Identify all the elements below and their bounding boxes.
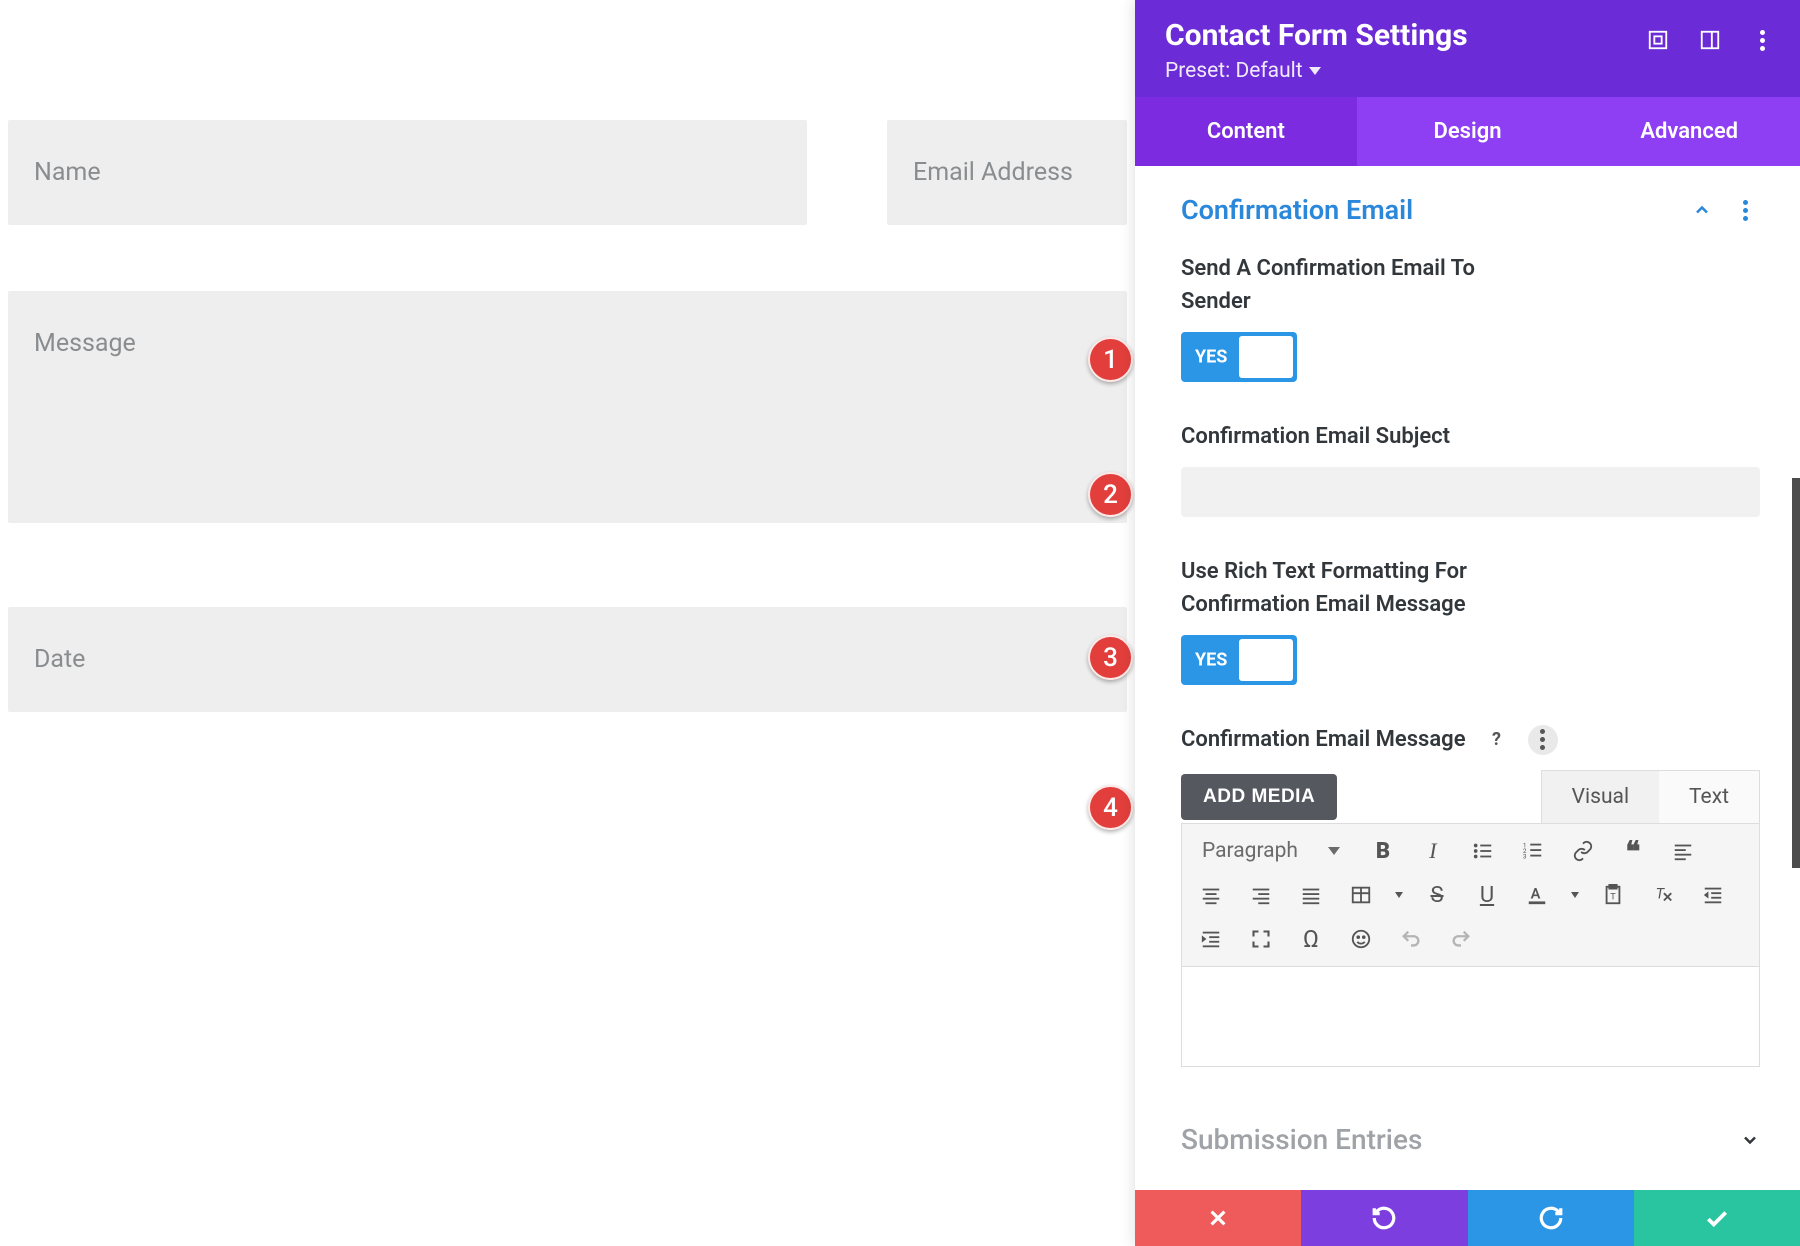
- undo-button[interactable]: [1301, 1190, 1467, 1246]
- label-subject: Confirmation Email Subject: [1181, 420, 1760, 453]
- close-button[interactable]: [1135, 1190, 1301, 1246]
- section-confirmation-header[interactable]: Confirmation Email: [1181, 194, 1760, 226]
- toggle-on-label: YES: [1195, 650, 1227, 671]
- table-dropdown-icon[interactable]: [1392, 876, 1406, 914]
- field-more-icon[interactable]: [1528, 725, 1558, 755]
- tab-advanced[interactable]: Advanced: [1578, 97, 1800, 166]
- section-more-icon[interactable]: [1730, 195, 1760, 225]
- form-preview: Name Email Address Message Date: [0, 0, 1135, 1246]
- editor-tab-text[interactable]: Text: [1659, 771, 1759, 823]
- table-icon[interactable]: [1342, 876, 1380, 914]
- paragraph-select-label: Paragraph: [1202, 839, 1298, 863]
- indent-icon[interactable]: [1192, 920, 1230, 958]
- group-subject: Confirmation Email Subject: [1181, 420, 1760, 517]
- paste-text-icon[interactable]: T: [1594, 876, 1632, 914]
- annotation-badge-1: 1: [1088, 337, 1133, 382]
- scrollbar[interactable]: [1792, 478, 1800, 868]
- bullet-list-icon[interactable]: [1464, 832, 1502, 870]
- chevron-down-icon[interactable]: [1740, 1130, 1760, 1150]
- number-list-icon[interactable]: 123: [1514, 832, 1552, 870]
- tab-content[interactable]: Content: [1135, 97, 1357, 166]
- caret-down-icon: [1309, 67, 1321, 75]
- link-icon[interactable]: [1564, 832, 1602, 870]
- panel-header: Contact Form Settings Preset: Default: [1135, 0, 1800, 97]
- quote-icon[interactable]: ❝: [1614, 832, 1652, 870]
- annotation-badge-4: 4: [1088, 785, 1133, 830]
- text-color-dropdown-icon[interactable]: [1568, 876, 1582, 914]
- editor-textarea[interactable]: [1181, 967, 1760, 1067]
- svg-text:A: A: [1531, 885, 1541, 903]
- help-icon[interactable]: ?: [1482, 725, 1512, 755]
- align-justify-icon[interactable]: [1292, 876, 1330, 914]
- panel-footer: [1135, 1190, 1800, 1246]
- section-confirmation-title: Confirmation Email: [1181, 194, 1413, 226]
- more-menu-icon[interactable]: [1750, 28, 1774, 52]
- name-field[interactable]: Name: [8, 120, 807, 225]
- preset-label: Preset: Default: [1165, 59, 1303, 83]
- expand-icon[interactable]: [1646, 28, 1670, 52]
- strikethrough-icon[interactable]: S: [1418, 876, 1456, 914]
- outdent-icon[interactable]: [1694, 876, 1732, 914]
- label-message: Confirmation Email Message: [1181, 723, 1466, 756]
- label-send-confirmation: Send A Confirmation Email To Sender: [1181, 252, 1511, 318]
- italic-icon[interactable]: I: [1414, 832, 1452, 870]
- panel-tabs: Content Design Advanced: [1135, 97, 1800, 166]
- align-center-icon[interactable]: [1192, 876, 1230, 914]
- svg-text:3: 3: [1523, 852, 1527, 860]
- settings-panel: Contact Form Settings Preset: Default Co…: [1135, 0, 1800, 1246]
- date-field[interactable]: Date: [8, 607, 1127, 712]
- toggle-on-label: YES: [1195, 347, 1227, 368]
- group-message: Confirmation Email Message ? ADD MEDIA V…: [1181, 723, 1760, 1067]
- underline-icon[interactable]: U: [1468, 876, 1506, 914]
- toggle-send-confirmation[interactable]: YES: [1181, 332, 1297, 382]
- section-submission-header[interactable]: Submission Entries: [1181, 1123, 1760, 1156]
- section-submission-title: Submission Entries: [1181, 1123, 1422, 1156]
- editor-tab-visual[interactable]: Visual: [1542, 771, 1659, 823]
- text-color-icon[interactable]: A: [1518, 876, 1556, 914]
- undo-icon[interactable]: [1392, 920, 1430, 958]
- dock-icon[interactable]: [1698, 28, 1722, 52]
- save-button[interactable]: [1634, 1190, 1800, 1246]
- toggle-knob: [1239, 336, 1293, 378]
- group-rich-text: Use Rich Text Formatting For Confirmatio…: [1181, 555, 1760, 685]
- toggle-knob: [1239, 639, 1293, 681]
- special-char-icon[interactable]: Ω: [1292, 920, 1330, 958]
- emoji-icon[interactable]: [1342, 920, 1380, 958]
- svg-text:T: T: [1610, 893, 1616, 903]
- group-send-confirmation: Send A Confirmation Email To Sender YES: [1181, 252, 1760, 382]
- align-left-icon[interactable]: [1664, 832, 1702, 870]
- label-rich-text: Use Rich Text Formatting For Confirmatio…: [1181, 555, 1511, 621]
- redo-button[interactable]: [1468, 1190, 1634, 1246]
- preset-selector[interactable]: Preset: Default: [1165, 59, 1770, 83]
- tab-design[interactable]: Design: [1357, 97, 1579, 166]
- editor-toolbar: Paragraph B I 123 ❝: [1181, 823, 1760, 967]
- message-field[interactable]: Message: [8, 291, 1127, 523]
- clear-format-icon[interactable]: T: [1644, 876, 1682, 914]
- caret-down-icon: [1328, 847, 1340, 855]
- annotation-badge-3: 3: [1088, 635, 1133, 680]
- paragraph-select[interactable]: Paragraph: [1192, 832, 1352, 870]
- align-right-icon[interactable]: [1242, 876, 1280, 914]
- chevron-up-icon[interactable]: [1692, 200, 1712, 220]
- annotation-badge-2: 2: [1088, 472, 1133, 517]
- email-field[interactable]: Email Address: [887, 120, 1127, 225]
- redo-icon[interactable]: [1442, 920, 1480, 958]
- add-media-button[interactable]: ADD MEDIA: [1181, 774, 1337, 820]
- toggle-rich-text[interactable]: YES: [1181, 635, 1297, 685]
- panel-body: Confirmation Email Send A Confirmation E…: [1135, 166, 1800, 1246]
- bold-icon[interactable]: B: [1364, 832, 1402, 870]
- fullscreen-icon[interactable]: [1242, 920, 1280, 958]
- subject-input[interactable]: [1181, 467, 1760, 517]
